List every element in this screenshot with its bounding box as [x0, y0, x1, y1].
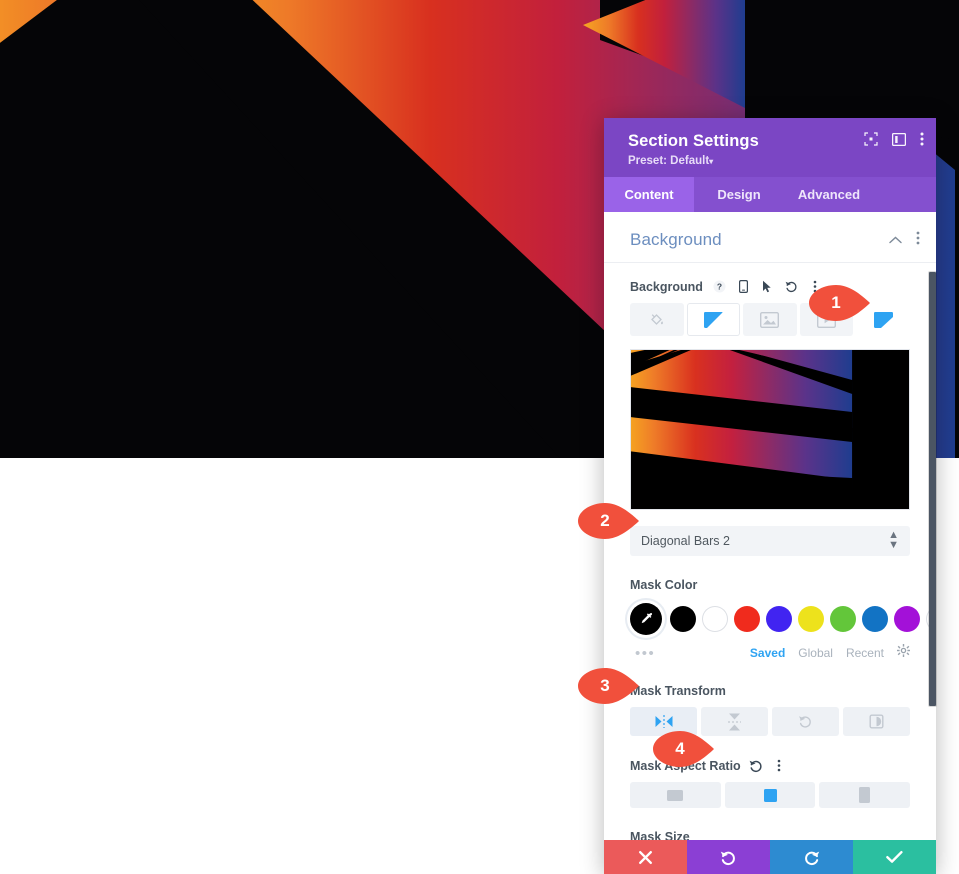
kebab-menu-icon[interactable]	[772, 758, 787, 773]
callout-number: 1	[831, 293, 841, 312]
callout-4: 4	[653, 731, 715, 767]
palette-tab-global[interactable]: Global	[798, 646, 833, 660]
background-label: Background	[630, 279, 703, 294]
swatch-purple[interactable]	[894, 606, 920, 632]
help-icon[interactable]: ?	[712, 279, 727, 294]
preset-label: Preset: Default	[628, 155, 710, 167]
background-image-tab[interactable]	[743, 303, 797, 336]
tab-design[interactable]: Design	[694, 177, 784, 212]
chevron-up-icon[interactable]	[889, 231, 902, 249]
redo-icon	[805, 851, 820, 865]
mask-color-label: Mask Color	[630, 578, 698, 592]
panel-header-actions	[864, 132, 924, 146]
aspect-square-button[interactable]	[724, 782, 816, 808]
palette-tab-saved[interactable]: Saved	[750, 646, 785, 660]
more-colors-dots[interactable]: •••	[630, 646, 655, 661]
invert-button[interactable]	[843, 707, 910, 736]
preset-selector[interactable]: Preset: Default▾	[628, 155, 918, 167]
fullscreen-icon[interactable]	[864, 132, 878, 146]
mask-pattern-value: Diagonal Bars 2	[641, 534, 730, 548]
panel-scrollbar[interactable]	[929, 272, 936, 706]
layout-columns-icon[interactable]	[892, 132, 906, 146]
undo-button[interactable]	[687, 840, 770, 874]
kebab-menu-icon[interactable]	[920, 132, 924, 146]
mask-preview	[630, 349, 910, 510]
close-icon	[639, 850, 652, 864]
mobile-icon[interactable]	[736, 279, 751, 294]
swatch-yellow[interactable]	[798, 606, 824, 632]
palette-footer: ••• Saved Global Recent	[630, 644, 910, 662]
reset-icon[interactable]	[749, 758, 764, 773]
callout-number: 3	[600, 676, 610, 695]
color-picker[interactable]	[630, 603, 662, 635]
panel-header: Section Settings Preset: Default▾	[604, 118, 936, 177]
gear-icon[interactable]	[897, 644, 910, 662]
reset-icon[interactable]	[784, 279, 799, 294]
swatch-blue[interactable]	[862, 606, 888, 632]
swatch-red[interactable]	[734, 606, 760, 632]
callout-2: 2	[578, 503, 640, 539]
mask-aspect-buttons	[630, 782, 911, 808]
callout-1: 1	[809, 285, 871, 321]
background-color-tab[interactable]	[630, 303, 684, 336]
kebab-menu-icon[interactable]	[916, 231, 920, 250]
callout-3: 3	[578, 668, 640, 704]
callout-number: 4	[675, 739, 685, 758]
background-gradient-tab[interactable]	[686, 303, 741, 336]
mask-color-swatches	[630, 603, 936, 635]
chevron-down-icon: ▾	[709, 157, 714, 166]
redo-button[interactable]	[770, 840, 853, 874]
svg-text:?: ?	[717, 282, 722, 292]
panel-footer	[604, 840, 936, 874]
save-button[interactable]	[853, 840, 936, 874]
swatch-green[interactable]	[830, 606, 856, 632]
chevron-updown-icon: ▲ ▼	[888, 529, 899, 551]
swatch-white[interactable]	[702, 606, 728, 632]
background-section-header[interactable]: Background	[604, 212, 936, 263]
mask-pattern-select[interactable]: Diagonal Bars 2 ▲ ▼	[630, 526, 910, 556]
swatch-blue-violet[interactable]	[766, 606, 792, 632]
cursor-icon[interactable]	[760, 279, 775, 294]
check-icon	[886, 851, 903, 863]
mask-size-label: Mask Size	[630, 830, 690, 840]
mask-transform-label: Mask Transform	[630, 684, 726, 698]
mask-preview-svg	[631, 350, 909, 509]
aspect-landscape-button[interactable]	[630, 782, 721, 808]
rotate-button[interactable]	[772, 707, 839, 736]
palette-tab-recent[interactable]: Recent	[846, 646, 884, 660]
section-title: Background	[630, 230, 722, 249]
screen-root: Section Settings Preset: Default▾ Conten…	[0, 0, 959, 874]
cancel-button[interactable]	[604, 840, 687, 874]
aspect-portrait-button[interactable]	[819, 782, 911, 808]
tab-content[interactable]: Content	[604, 177, 694, 212]
swatch-black[interactable]	[670, 606, 696, 632]
callout-number: 2	[600, 511, 610, 530]
panel-tabs: Content Design Advanced	[604, 177, 936, 212]
undo-icon	[720, 851, 735, 865]
tab-advanced[interactable]: Advanced	[784, 177, 874, 212]
